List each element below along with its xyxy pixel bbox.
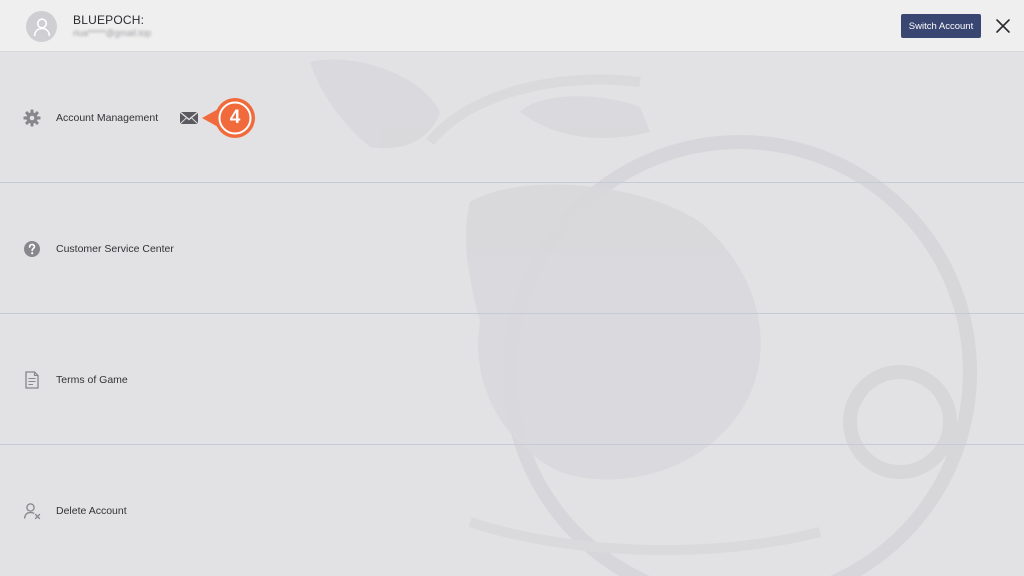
menu-item-delete-account[interactable]: Delete Account (0, 445, 1024, 576)
mail-icon[interactable] (179, 110, 199, 126)
account-email: riua*****@gmail.top (73, 28, 152, 38)
account-header: BLUEPOCH: riua*****@gmail.top Switch Acc… (0, 0, 1024, 52)
user-avatar-icon (33, 17, 50, 36)
menu-item-label: Delete Account (56, 505, 127, 517)
avatar (26, 11, 57, 42)
step-number: 4 (229, 107, 241, 128)
menu-item-label: Customer Service Center (56, 243, 174, 255)
menu-item-account-management[interactable]: Account Management 4 (0, 52, 1024, 183)
account-brand: BLUEPOCH: (73, 13, 145, 27)
account-menu: Account Management 4 Customer Service Ce… (0, 52, 1024, 576)
question-circle-icon (22, 239, 42, 259)
user-delete-icon (22, 501, 42, 521)
menu-item-label: Terms of Game (56, 374, 128, 386)
gear-icon (22, 108, 42, 128)
document-icon (22, 370, 42, 390)
menu-item-label: Account Management (56, 112, 159, 124)
menu-item-terms-of-game[interactable]: Terms of Game (0, 314, 1024, 445)
close-button[interactable] (994, 17, 1012, 35)
close-icon (996, 19, 1010, 33)
menu-item-customer-service[interactable]: Customer Service Center (0, 183, 1024, 314)
switch-account-button[interactable]: Switch Account (901, 14, 981, 38)
